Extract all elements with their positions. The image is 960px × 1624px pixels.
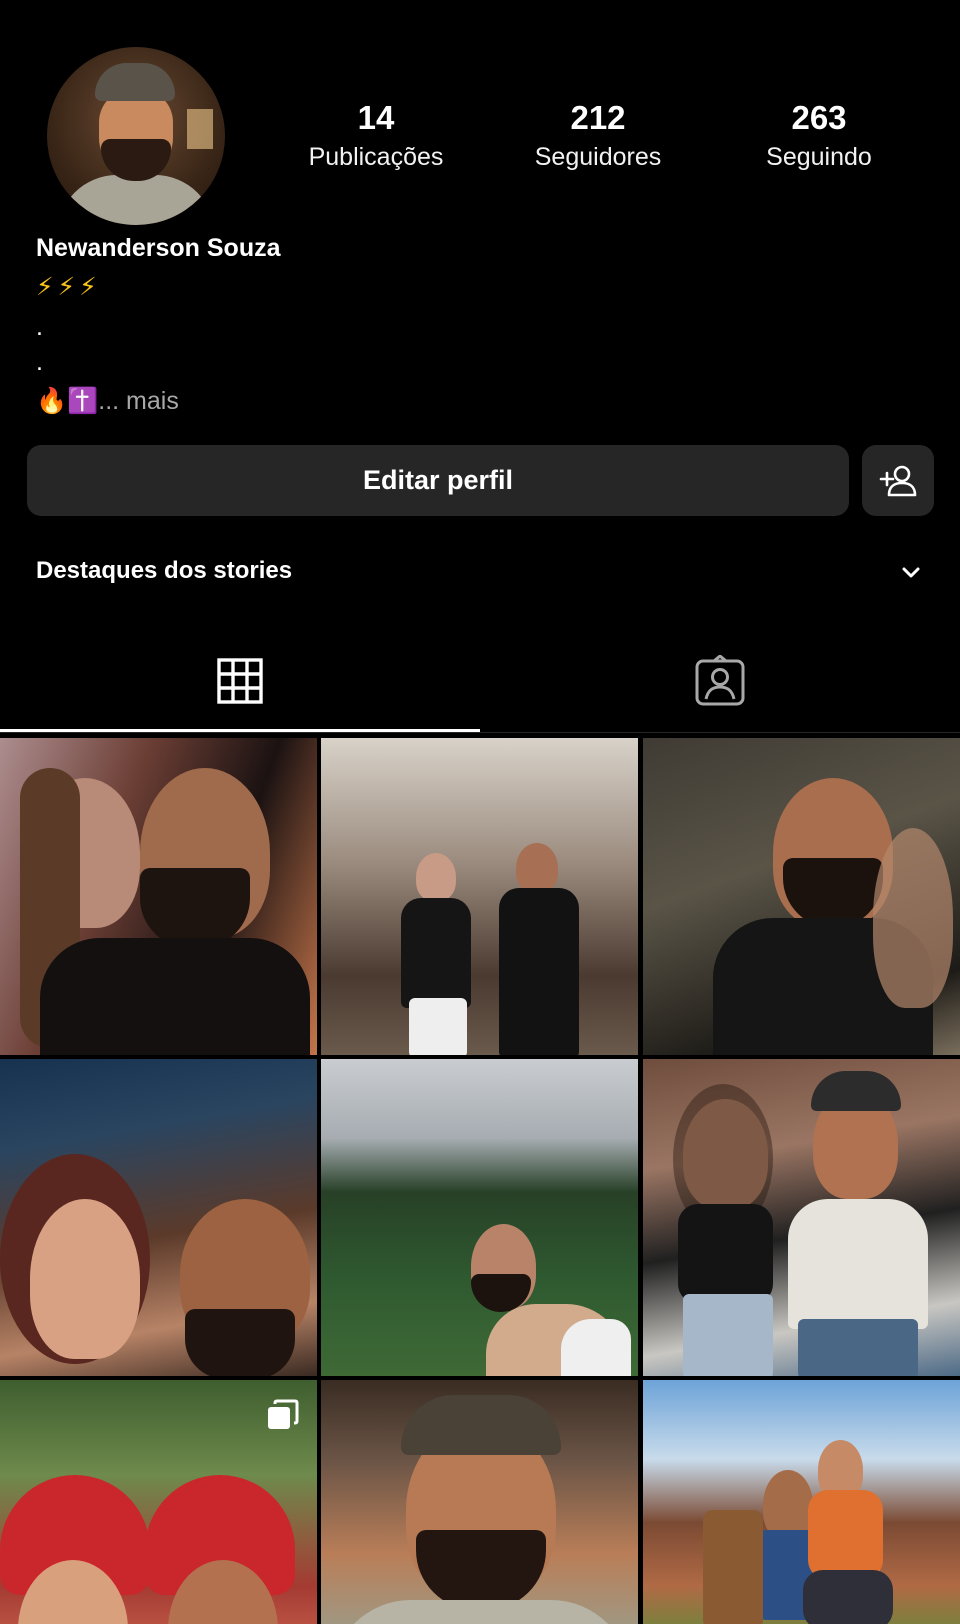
post-thumbnail[interactable] — [321, 738, 638, 1055]
profile-screen: 14 Publicações 212 Seguidores 263 Seguin… — [0, 0, 960, 1624]
stat-followers[interactable]: 212 Seguidores — [498, 96, 698, 174]
chevron-down-icon[interactable] — [898, 560, 924, 586]
post-thumbnail[interactable] — [643, 738, 960, 1055]
bio-line: . — [36, 313, 43, 341]
bio-more-link[interactable]: ... mais — [98, 387, 179, 415]
posts-count: 14 — [357, 99, 395, 136]
tab-posts-grid[interactable] — [0, 630, 480, 732]
post-thumbnail[interactable] — [0, 1059, 317, 1376]
stat-posts[interactable]: 14 Publicações — [276, 96, 476, 174]
bio-line: . — [36, 348, 43, 376]
post-thumbnail[interactable] — [0, 738, 317, 1055]
multiple-photos-icon — [268, 1399, 299, 1429]
post-thumbnail[interactable] — [643, 1380, 960, 1624]
bio-emojis: 🔥✝️ — [36, 387, 99, 415]
grid-icon — [217, 658, 263, 704]
following-count: 263 — [791, 99, 847, 136]
followers-count: 212 — [570, 99, 626, 136]
edit-profile-button[interactable]: Editar perfil — [27, 445, 849, 516]
post-thumbnail[interactable] — [643, 1059, 960, 1376]
post-thumbnail[interactable] — [321, 1380, 638, 1624]
tab-divider — [0, 732, 960, 733]
bio-line: ⚡⚡⚡ — [36, 273, 101, 301]
stat-following[interactable]: 263 Seguindo — [719, 96, 919, 174]
post-thumbnail[interactable] — [321, 1059, 638, 1376]
profile-name: Newanderson Souza — [36, 234, 281, 262]
profile-stats: 14 Publicações 212 Seguidores 263 Seguin… — [0, 96, 960, 186]
story-highlights-label[interactable]: Destaques dos stories — [36, 557, 292, 585]
followers-label: Seguidores — [534, 143, 662, 171]
tagged-person-icon — [695, 655, 745, 706]
discover-people-button[interactable] — [862, 445, 934, 516]
bio-line: 🔥✝️... mais — [36, 384, 179, 418]
following-label: Seguindo — [766, 143, 872, 171]
add-person-icon — [879, 465, 917, 496]
post-thumbnail[interactable] — [0, 1380, 317, 1624]
tab-tagged[interactable] — [480, 630, 960, 732]
posts-label: Publicações — [308, 143, 444, 171]
